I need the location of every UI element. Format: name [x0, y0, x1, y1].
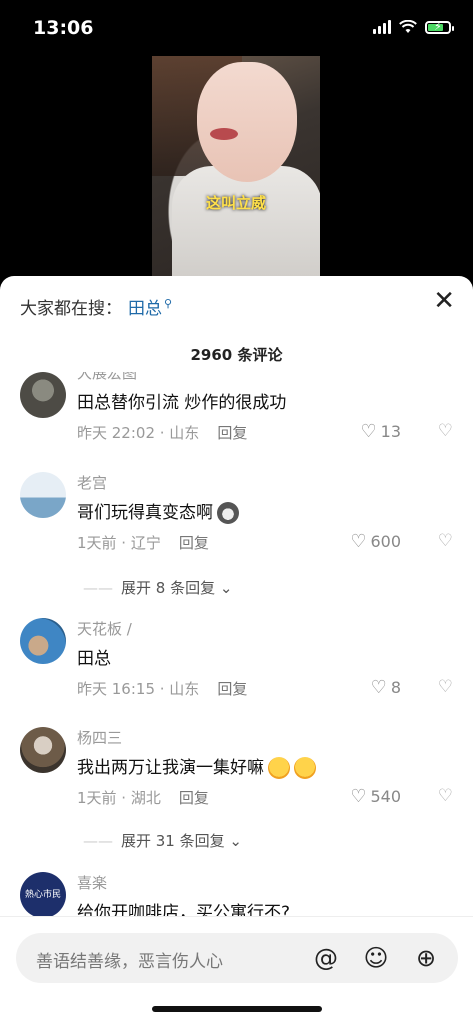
comment-sheet: 大家都在搜： 田总 ⚲ ✕ 2960 条评论 大展宏图 田总替你引流 炒作的很成功 … — [0, 276, 473, 1024]
avatar[interactable] — [20, 472, 66, 518]
search-term-link[interactable]: 田总 — [128, 299, 162, 319]
comment-time-location: 昨天 22:02 · 山东 — [77, 424, 200, 442]
status-icons: ⚡ — [373, 20, 454, 34]
comment-time-location: 昨天 16:15 · 山东 — [77, 680, 200, 698]
avatar[interactable]: 熱心市民 — [20, 872, 66, 918]
video-caption: 这叫立威 — [205, 194, 266, 212]
reply-button[interactable]: 回复 — [217, 680, 247, 698]
like-button[interactable]: ♡ 600 — [350, 531, 401, 552]
avatar[interactable] — [20, 618, 66, 664]
home-indicator — [152, 1006, 322, 1012]
close-icon[interactable]: ✕ — [433, 288, 455, 314]
comment-username[interactable]: 喜楽 — [77, 872, 107, 893]
chevron-down-icon: ⌄ — [215, 579, 233, 597]
comment-text: 我出两万让我演一集好嘛 — [77, 753, 316, 779]
like-count: 8 — [390, 678, 401, 697]
expand-replies-button[interactable]: —— 展开 31 条回复 ⌄ — [83, 830, 242, 851]
cellular-signal-icon — [373, 20, 391, 34]
like-button[interactable]: ♡ 8 — [371, 677, 401, 698]
status-time: 13:06 — [33, 17, 94, 39]
trending-search[interactable]: 大家都在搜： 田总 ⚲ — [20, 294, 172, 319]
battery-icon: ⚡ — [425, 20, 454, 34]
comment-input-bar: 善语结善缘，恶言伤人心 @ ☺ ⊕ — [0, 916, 473, 1025]
heart-icon: ♡ — [360, 421, 377, 442]
like-button[interactable]: ♡ 13 — [361, 421, 402, 442]
heart-icon: ♡ — [350, 786, 367, 807]
dislike-icon[interactable]: ♡ — [438, 421, 453, 441]
mention-icon[interactable]: @ — [312, 944, 340, 972]
cat-emoji-icon — [217, 502, 239, 524]
comment-meta: 昨天 16:15 · 山东 回复 — [77, 678, 247, 699]
video-player[interactable]: 这叫立威 — [152, 56, 320, 278]
comment-username[interactable]: 杨四三 — [77, 727, 122, 748]
avatar[interactable] — [20, 372, 66, 418]
comment-time-location: 1天前 · 湖北 — [77, 789, 161, 807]
comment-text: 田总 — [77, 649, 111, 669]
comment-username[interactable]: 天花板 / — [77, 618, 132, 639]
comment-text: 哥们玩得真变态啊 — [77, 498, 239, 524]
comment-time-location: 1天前 · 辽宁 — [77, 534, 161, 552]
comment-input-placeholder: 善语结善缘，恶言伤人心 — [36, 952, 223, 972]
reply-button[interactable]: 回复 — [179, 534, 209, 552]
add-icon[interactable]: ⊕ — [412, 944, 440, 972]
chevron-down-icon: ⌄ — [224, 832, 242, 850]
like-count: 600 — [370, 532, 401, 551]
flushed-emoji-icon — [294, 757, 316, 779]
comment-text: 田总替你引流 炒作的很成功 — [77, 393, 287, 413]
comment-username[interactable]: 老宫 — [77, 472, 107, 493]
like-count: 540 — [370, 787, 401, 806]
emoji-icon[interactable]: ☺ — [362, 944, 390, 972]
comment-username[interactable]: 大展宏图 — [77, 372, 137, 383]
comment-meta: 昨天 22:02 · 山东 回复 — [77, 422, 247, 443]
expand-replies-button[interactable]: —— 展开 8 条回复 ⌄ — [83, 577, 232, 598]
search-prefix: 大家都在搜： — [20, 299, 122, 319]
flushed-emoji-icon — [268, 757, 290, 779]
reply-button[interactable]: 回复 — [217, 424, 247, 442]
search-icon: ⚲ — [164, 297, 173, 311]
like-count: 13 — [380, 422, 401, 441]
heart-icon: ♡ — [350, 531, 367, 552]
wifi-icon — [399, 20, 417, 33]
like-button[interactable]: ♡ 540 — [350, 786, 401, 807]
comment-meta: 1天前 · 湖北 回复 — [77, 787, 209, 808]
avatar[interactable] — [20, 727, 66, 773]
reply-button[interactable]: 回复 — [179, 789, 209, 807]
dislike-icon[interactable]: ♡ — [438, 786, 453, 806]
dislike-icon[interactable]: ♡ — [438, 531, 453, 551]
comment-list[interactable]: 大展宏图 田总替你引流 炒作的很成功 昨天 22:02 · 山东 回复 ♡ 13 ♡… — [0, 372, 473, 928]
comment-input[interactable]: 善语结善缘，恶言伤人心 @ ☺ ⊕ — [16, 933, 458, 983]
heart-icon: ♡ — [370, 677, 387, 698]
status-bar: 13:06 ⚡ — [0, 0, 473, 56]
comment-count: 2960 条评论 — [190, 346, 283, 364]
dislike-icon[interactable]: ♡ — [438, 677, 453, 697]
comment-meta: 1天前 · 辽宁 回复 — [77, 532, 209, 553]
